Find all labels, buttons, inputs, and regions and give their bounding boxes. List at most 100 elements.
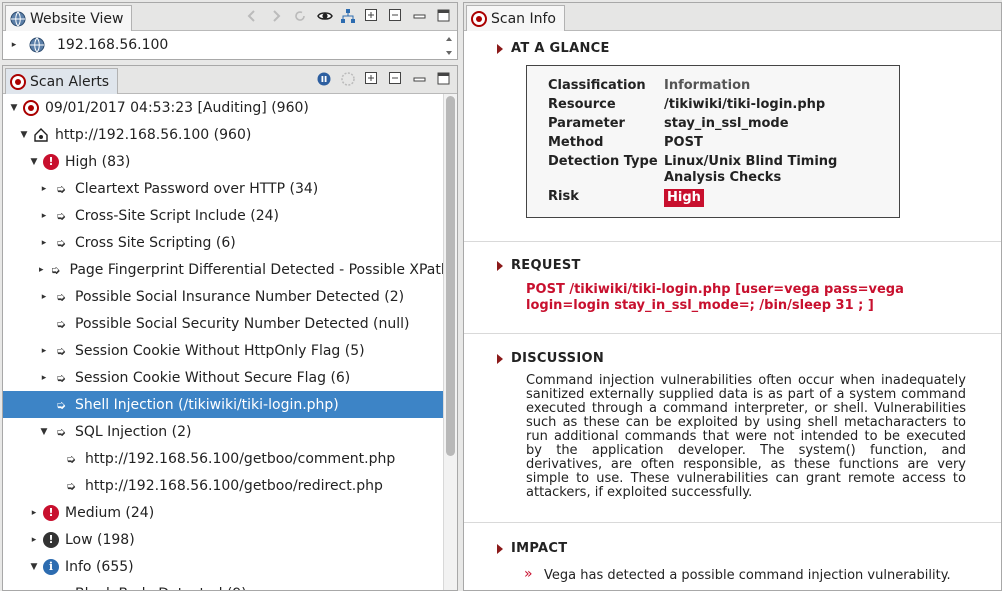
tab-label: Scan Info: [491, 10, 556, 27]
scan-info-body: AT A GLANCE Classification Information R…: [464, 31, 1001, 590]
tab-label: Website View: [30, 10, 124, 27]
bullet-icon: »: [524, 566, 533, 582]
collapse-all-icon[interactable]: [389, 9, 403, 23]
host-tree-item[interactable]: ▸ 192.168.56.100: [9, 37, 169, 53]
forward-icon[interactable]: [269, 9, 283, 23]
website-view-scrollbar[interactable]: [443, 33, 455, 59]
sitemap-icon[interactable]: [341, 9, 355, 23]
risk-row: Risk High: [548, 189, 899, 207]
expand-arrow-icon[interactable]: ▸: [39, 373, 49, 383]
collapse-arrow-icon[interactable]: ▼: [29, 157, 39, 167]
tree-row[interactable]: ▸ ➭ Session Cookie Without Secure Flag (6): [3, 364, 443, 391]
expand-arrow-icon[interactable]: ▸: [39, 238, 49, 248]
expand-arrow-icon[interactable]: ▸: [39, 346, 49, 356]
tree-row[interactable]: ▼ ➭ SQL Injection (2): [3, 418, 443, 445]
tree-row[interactable]: ▼! High (83): [3, 148, 443, 175]
section-triangle-icon: [497, 353, 503, 364]
classification-value: Information: [664, 78, 751, 93]
tab-scan-alerts[interactable]: Scan Alerts: [5, 68, 119, 94]
tree-row[interactable]: ▸➭Blank Body Detected (9): [3, 580, 443, 591]
collapse-arrow-icon[interactable]: ▼: [9, 103, 19, 113]
tree-row[interactable]: ▸ ➭ Session Cookie Without HttpOnly Flag (…: [3, 337, 443, 364]
scan-alerts-tabbar: Scan Alerts: [3, 66, 457, 94]
expand-arrow-icon[interactable]: ▸: [39, 292, 49, 302]
tree-row[interactable]: ➭ Possible Social Security Number Detecte…: [3, 310, 443, 337]
scan-target-icon: [23, 99, 39, 116]
medium-severity-icon: !: [43, 504, 59, 521]
alert-arrow-icon: ➭: [53, 586, 69, 591]
tree-row[interactable]: ➭ Shell Injection (/tikiwiki/tiki-login.p…: [3, 391, 443, 418]
tree-row-label: Session Cookie Without Secure Flag (6): [75, 369, 351, 386]
tree-row[interactable]: ➭ http://192.168.56.100/getboo/comment.ph…: [3, 445, 443, 472]
tree-row[interactable]: ▸ ➭ Page Fingerprint Differential Detected…: [3, 256, 457, 283]
refresh-icon[interactable]: [293, 9, 307, 23]
collapse-arrow-icon[interactable]: ▼: [29, 562, 39, 572]
tree-row[interactable]: ▸! Low (198): [3, 526, 443, 553]
tree-row-label: Cross-Site Script Include (24): [75, 207, 279, 224]
section-divider: [464, 333, 1001, 334]
high-severity-icon: !: [43, 153, 59, 170]
tree-row[interactable]: ▸ ➭ Cross Site Scripting (6): [3, 229, 443, 256]
alert-arrow-icon: ➭: [55, 235, 67, 250]
globe-icon: [10, 11, 26, 27]
scrollbar-thumb[interactable]: [446, 96, 455, 456]
pause-icon[interactable]: [317, 72, 331, 86]
tab-label: Scan Alerts: [30, 73, 110, 90]
method-row: Method POST: [548, 135, 703, 150]
website-view-panel: Website View ▸ 192.168.56.100: [2, 2, 458, 60]
tree-row-label: Info (655): [65, 558, 134, 575]
scan-alerts-panel: Scan Alerts ▼ 09/01/2017 04:53:23 [Auditi…: [2, 65, 458, 591]
risk-badge: High: [664, 189, 704, 207]
tree-row[interactable]: ▼ i Info (655): [3, 553, 443, 580]
tab-scan-info[interactable]: Scan Info: [466, 5, 565, 31]
expand-arrow-icon[interactable]: ▸: [39, 184, 49, 194]
expand-arrow-icon[interactable]: ▸: [39, 265, 44, 275]
tree-row[interactable]: ▼ http://192.168.56.100 (960): [3, 121, 443, 148]
low-severity-icon: !: [43, 531, 59, 548]
impact-item: » Vega has detected a possible command i…: [524, 567, 966, 583]
info-severity-icon: i: [43, 558, 59, 575]
collapse-arrow-icon[interactable]: ▼: [19, 130, 29, 140]
section-triangle-icon: [497, 43, 503, 54]
classification-row: Classification Information: [548, 78, 751, 93]
expand-arrow-icon[interactable]: ▸: [29, 535, 39, 545]
globe-icon: [29, 37, 45, 53]
scan-target-icon: [471, 10, 487, 27]
expand-icon[interactable]: ▸: [9, 40, 19, 50]
tree-row-label: http://192.168.56.100/getboo/comment.php: [85, 450, 396, 467]
tab-website-view[interactable]: Website View: [5, 5, 133, 31]
website-view-toolbar: [245, 9, 451, 23]
minimize-icon[interactable]: [413, 9, 427, 23]
stop-icon[interactable]: [341, 72, 355, 86]
resource-row: Resource /tikiwiki/tiki-login.php: [548, 97, 826, 112]
expand-arrow-icon[interactable]: ▸: [29, 508, 39, 518]
scan-target-icon: [10, 73, 26, 90]
tree-row[interactable]: ➭ http://192.168.56.100/getboo/redirect.p…: [3, 472, 443, 499]
collapse-arrow-icon[interactable]: ▼: [39, 427, 49, 437]
section-divider: [464, 241, 1001, 242]
expand-all-icon[interactable]: [365, 72, 379, 86]
tree-row-label: High (83): [65, 153, 131, 170]
collapse-all-icon[interactable]: [389, 72, 403, 86]
parameter-row: Parameter stay_in_ssl_mode: [548, 116, 789, 131]
minimize-icon[interactable]: [413, 72, 427, 86]
tree-row[interactable]: ▸ ➭ Cross-Site Script Include (24): [3, 202, 443, 229]
alert-arrow-icon: ➭: [65, 478, 77, 493]
back-icon[interactable]: [245, 9, 259, 23]
expand-arrow-icon[interactable]: ▸: [39, 211, 49, 221]
maximize-icon[interactable]: [437, 72, 451, 86]
maximize-icon[interactable]: [437, 9, 451, 23]
scan-alerts-scrollbar[interactable]: [443, 94, 457, 590]
eye-icon[interactable]: [317, 9, 333, 23]
tree-row[interactable]: ▸ ➭ Possible Social Insurance Number Detec…: [3, 283, 443, 310]
tree-row[interactable]: ▼ 09/01/2017 04:53:23 [Auditing] (960): [3, 94, 443, 121]
tree-row[interactable]: ▸! Medium (24): [3, 499, 443, 526]
scan-alerts-tree: ▼ 09/01/2017 04:53:23 [Auditing] (960) ▼ ht…: [3, 94, 457, 591]
tree-row[interactable]: ▸ ➭ Cleartext Password over HTTP (34): [3, 175, 443, 202]
website-view-tabbar: Website View: [3, 3, 457, 31]
request-heading: REQUEST: [497, 258, 581, 273]
tree-row-label: Page Fingerprint Differential Detected -…: [69, 261, 458, 278]
impact-heading: IMPACT: [497, 541, 567, 556]
alert-arrow-icon: ➭: [55, 289, 67, 304]
expand-all-icon[interactable]: [365, 9, 379, 23]
